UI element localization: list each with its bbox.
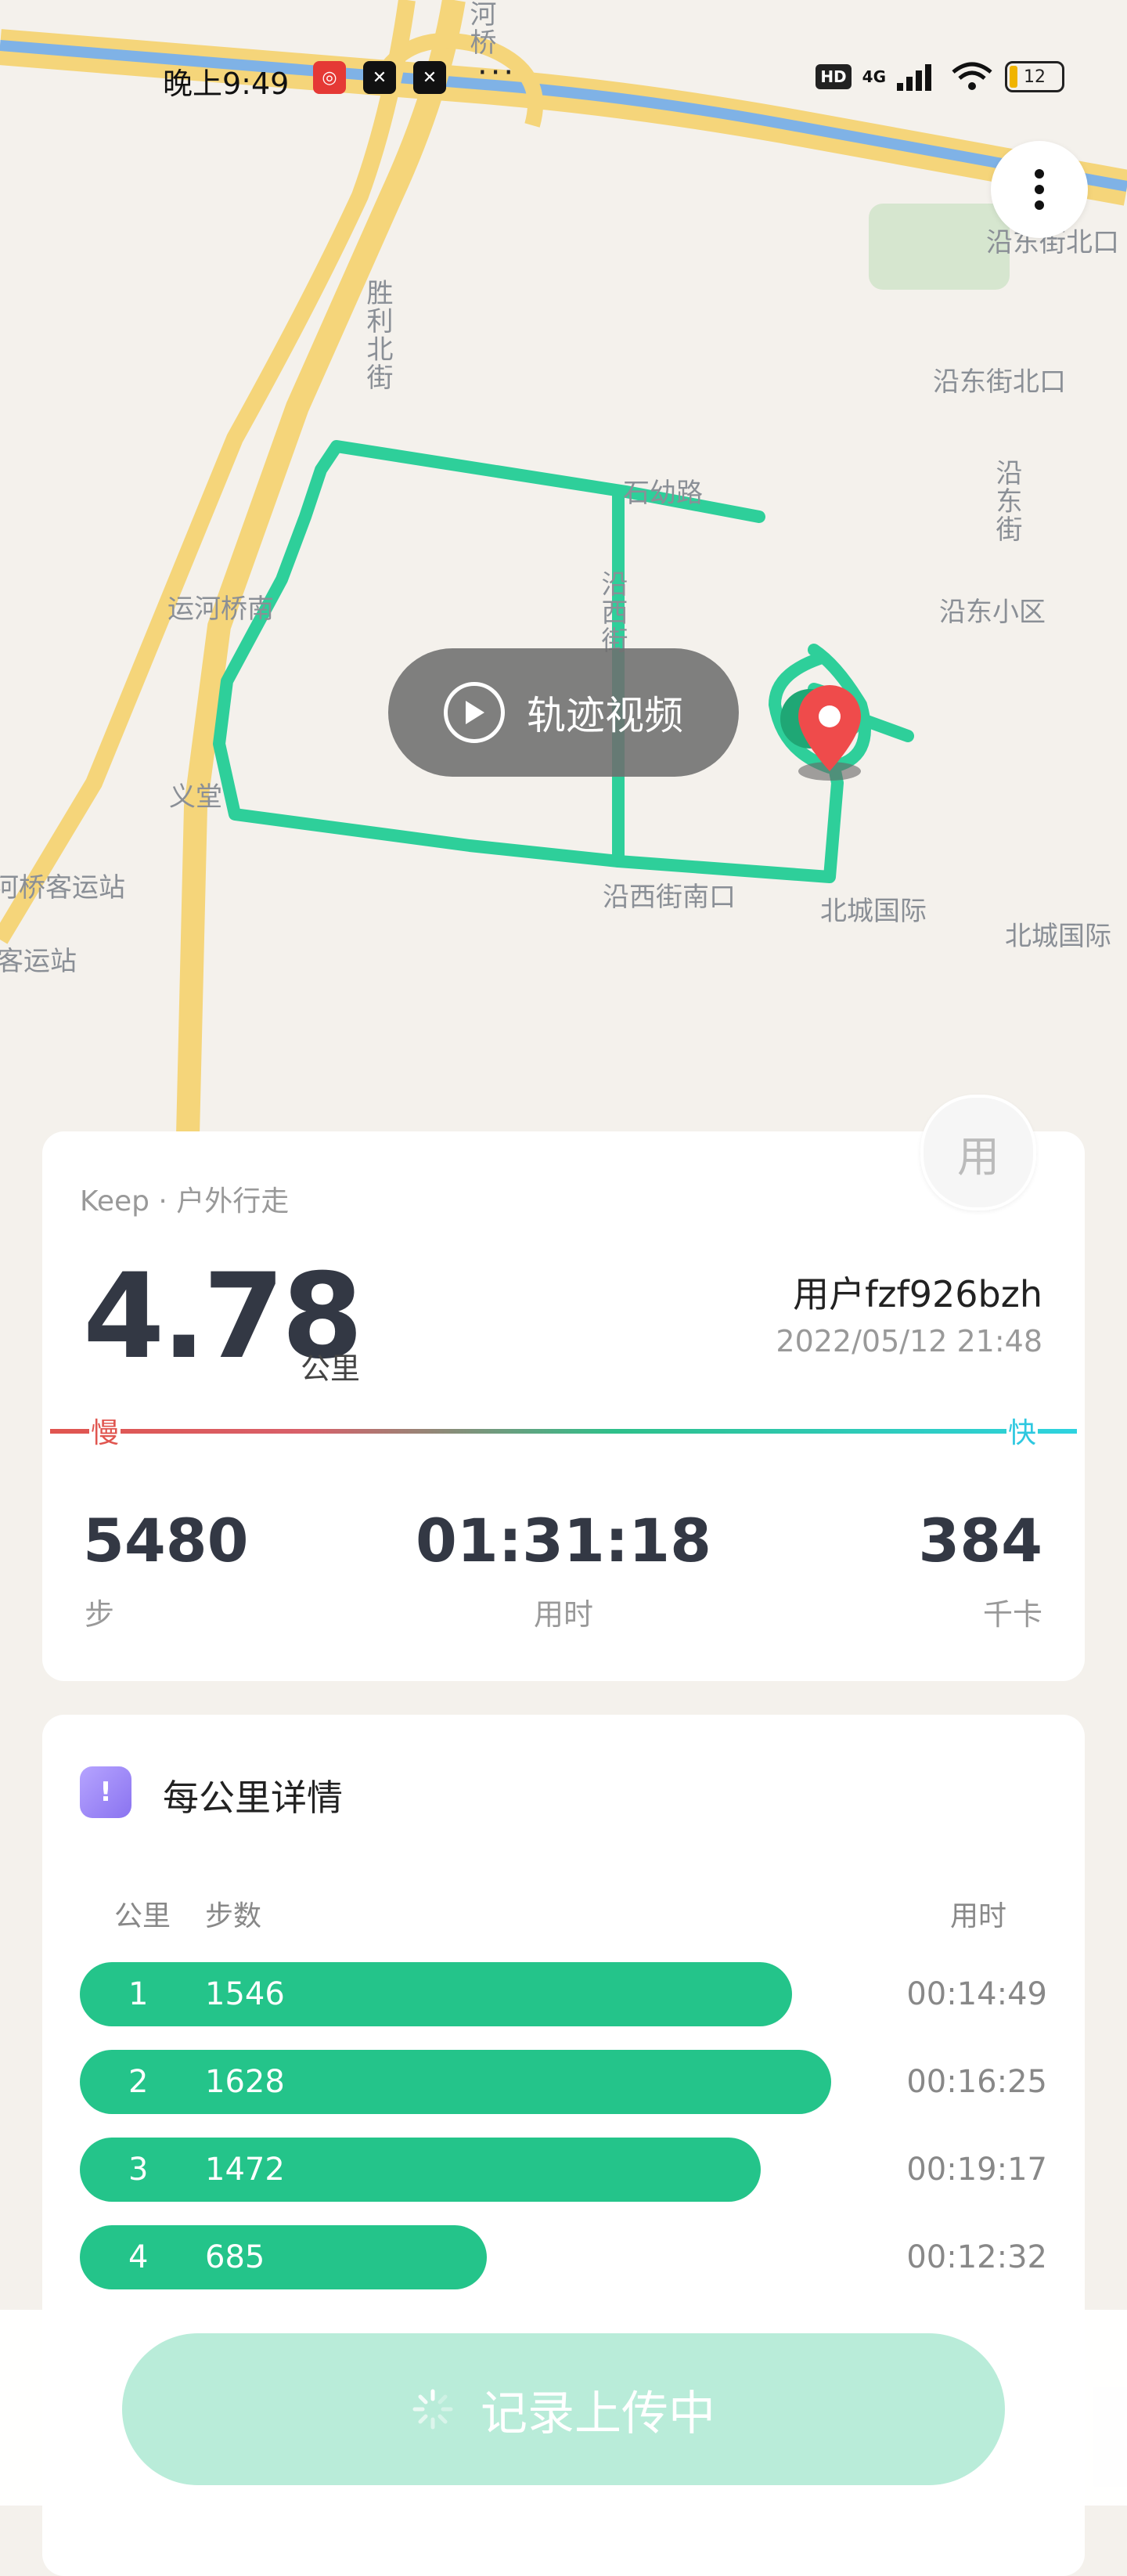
map-label: 沿西街 [596, 570, 628, 655]
pace-gradient-bar [50, 1429, 1077, 1434]
km-bar [80, 1962, 792, 2026]
track-video-button[interactable]: 轨迹视频 [388, 648, 739, 777]
distance-unit: 公里 [301, 1351, 361, 1386]
map-label: 河桥 [465, 0, 496, 56]
battery-level: 12 [1024, 67, 1046, 87]
activity-source: Keep · 户外行走 [80, 1185, 290, 1218]
map-label: 胜利北街 [362, 279, 393, 391]
avatar[interactable]: 用 [920, 1095, 1036, 1210]
column-header-steps: 步数 [205, 1900, 262, 1932]
km-steps: 685 [205, 2239, 265, 2275]
map-roads [0, 0, 1127, 1135]
map-label: 北城国际 [820, 896, 927, 927]
map-label: 沿东小区 [939, 597, 1046, 628]
fast-label: 快 [1006, 1410, 1038, 1451]
map-label: 运河桥南 [167, 593, 274, 625]
km-time: 00:12:32 [906, 2239, 1047, 2275]
km-row: 3 1472 00:19:17 [80, 2138, 1047, 2202]
km-row: 4 685 00:12:32 [80, 2225, 1047, 2289]
km-steps: 1546 [205, 1976, 285, 2012]
status-bar: 晚上9:49 ◎ ✕ ✕ ··· HD 4G 12 [0, 55, 1127, 102]
map-label: 沿西街南口 [603, 882, 736, 913]
capcut-icon: ✕ [363, 61, 396, 94]
km-bar [80, 2138, 761, 2202]
more-notifications-icon: ··· [477, 55, 517, 91]
summary-card: Keep · 户外行走 4.78 公里 用户fzf926bzh 2022/05/… [42, 1131, 1085, 1681]
km-number: 1 [128, 1976, 149, 2012]
battery-icon: 12 [1005, 61, 1064, 92]
slow-label: 慢 [89, 1410, 121, 1451]
calories-value: 384 [918, 1506, 1042, 1575]
km-bar [80, 2050, 831, 2114]
km-time: 00:19:17 [906, 2152, 1047, 2188]
km-number: 3 [128, 2152, 149, 2188]
map-label: 北城国际 [1005, 921, 1111, 952]
track-video-label: 轨迹视频 [527, 693, 683, 738]
activity-datetime: 2022/05/12 21:48 [776, 1324, 1042, 1358]
upload-status-button[interactable]: 记录上传中 [122, 2333, 1005, 2485]
map-label: 石幼路 [623, 478, 703, 509]
more-options-button[interactable] [991, 141, 1088, 238]
km-steps: 1628 [205, 2064, 285, 2100]
km-row: 2 1628 00:16:25 [80, 2050, 1047, 2114]
calories-label: 千卡 [982, 1597, 1042, 1632]
play-icon [444, 682, 505, 743]
netease-music-icon: ◎ [313, 61, 346, 94]
km-time: 00:16:25 [906, 2064, 1047, 2100]
map-label: 沿东街北口 [933, 366, 1066, 398]
map-label: 河桥客运站 [0, 872, 125, 904]
status-time: 晚上9:49 [163, 67, 290, 101]
username[interactable]: 用户fzf926bzh [793, 1266, 1042, 1318]
map-label: 义堂 [169, 781, 222, 813]
network-type: 4G [862, 67, 886, 86]
signal-icon [897, 64, 931, 91]
hd-icon: HD [816, 64, 852, 89]
section-title: 每公里详情 [163, 1777, 343, 1819]
column-header-km: 公里 [114, 1900, 171, 1932]
km-row: 1 1546 00:14:49 [80, 1962, 1047, 2026]
wifi-icon [952, 62, 992, 90]
km-number: 2 [128, 2064, 149, 2100]
km-steps: 1472 [205, 2152, 285, 2188]
loading-spinner-icon [412, 2389, 453, 2430]
details-icon: ! [80, 1766, 131, 1818]
upload-status-label: 记录上传中 [481, 2386, 715, 2441]
column-header-time: 用时 [949, 1900, 1006, 1932]
capcut-icon: ✕ [413, 61, 446, 94]
duration-label: 用时 [533, 1597, 593, 1632]
km-number: 4 [128, 2239, 149, 2275]
map-label: 客运站 [0, 946, 77, 977]
km-time: 00:14:49 [906, 1976, 1047, 2012]
map-label: 沿东街 [991, 459, 1022, 543]
